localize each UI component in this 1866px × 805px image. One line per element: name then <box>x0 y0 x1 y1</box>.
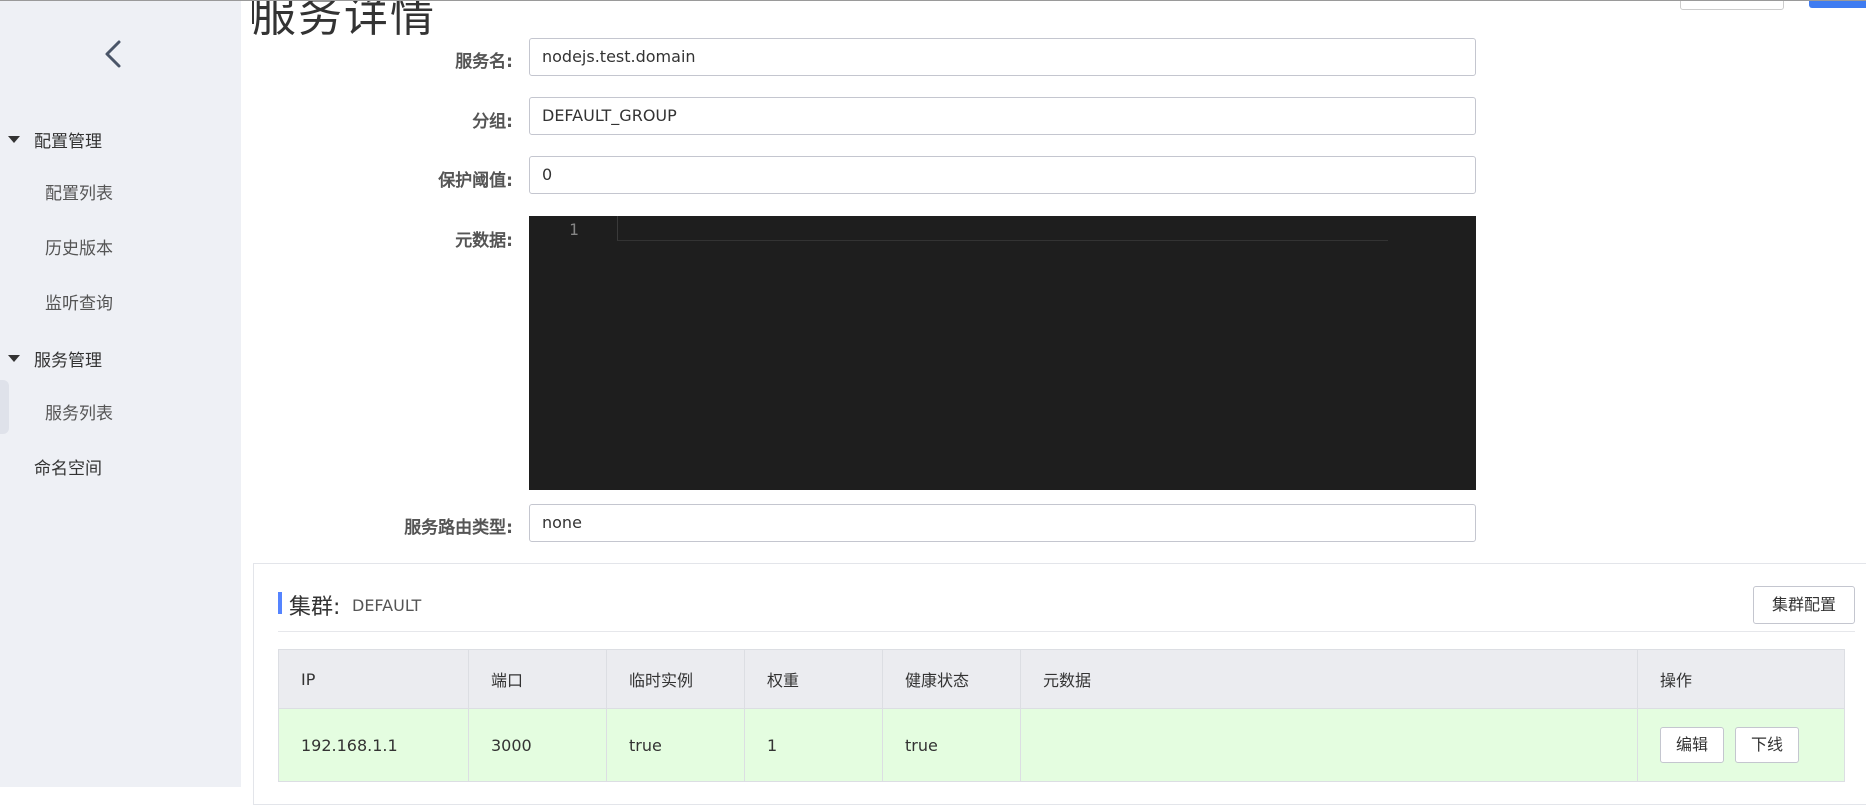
column-header-weight: 权重 <box>744 649 883 709</box>
threshold-label: 保护阈值: <box>438 171 513 191</box>
threshold-field[interactable]: 0 <box>529 156 1476 194</box>
text-cursor <box>252 0 254 24</box>
caret-down-icon <box>8 135 20 143</box>
offline-button[interactable]: 下线 <box>1735 727 1800 763</box>
cell-healthy: true <box>882 708 1021 782</box>
column-header-port: 端口 <box>468 649 607 709</box>
page-title: 服务详情 <box>252 0 436 42</box>
nav-item-history[interactable]: 历史版本 <box>45 235 113 263</box>
column-header-actions: 操作 <box>1637 649 1845 709</box>
cell-metadata <box>1020 708 1638 782</box>
cluster-config-button[interactable]: 集群配置 <box>1753 586 1855 624</box>
cell-actions: 编辑 下线 <box>1637 708 1845 782</box>
divider <box>278 631 1855 632</box>
title-accent-bar <box>278 592 282 614</box>
sidebar: 配置管理 配置列表 历史版本 监听查询 服务管理 服务列表 命名空间 <box>0 0 241 787</box>
selector-type-field[interactable]: none <box>529 504 1476 542</box>
collapse-sidebar-button[interactable] <box>98 36 130 72</box>
cell-ephemeral: true <box>606 708 745 782</box>
instance-table: IP 端口 临时实例 权重 健康状态 元数据 操作 192.168.1.1 30… <box>278 649 1845 782</box>
metadata-editor[interactable]: 1 <box>529 216 1476 490</box>
group-label: 分组: <box>472 112 513 132</box>
cluster-title: 集群: <box>289 595 341 620</box>
nav-group-config[interactable]: 配置管理 <box>0 123 102 155</box>
primary-action-button[interactable] <box>1809 0 1866 8</box>
service-name-field[interactable]: nodejs.test.domain <box>529 38 1476 76</box>
metadata-label: 元数据: <box>455 231 513 251</box>
column-header-healthy: 健康状态 <box>882 649 1021 709</box>
top-border <box>0 0 1866 1</box>
edit-button[interactable]: 编辑 <box>1660 727 1725 763</box>
nav-item-listener[interactable]: 监听查询 <box>45 290 113 318</box>
nav-item-service-list[interactable]: 服务列表 <box>45 400 113 428</box>
column-header-ephemeral: 临时实例 <box>606 649 745 709</box>
cell-ip: 192.168.1.1 <box>278 708 469 782</box>
nav-group-service[interactable]: 服务管理 <box>0 342 102 374</box>
cell-port: 3000 <box>468 708 607 782</box>
caret-down-icon <box>8 354 20 362</box>
selector-type-label: 服务路由类型: <box>404 518 513 538</box>
line-number: 1 <box>569 220 579 239</box>
nav-group-label: 配置管理 <box>34 131 102 152</box>
nav-item-config-list[interactable]: 配置列表 <box>45 180 113 208</box>
nav-group-label: 服务管理 <box>34 350 102 371</box>
active-indicator <box>0 380 9 434</box>
table-header-row: IP 端口 临时实例 权重 健康状态 元数据 操作 <box>278 649 1845 709</box>
cell-weight: 1 <box>744 708 883 782</box>
column-header-ip: IP <box>278 649 469 709</box>
chevron-left-icon <box>105 40 121 68</box>
back-button[interactable] <box>1680 0 1784 10</box>
current-line-highlight <box>617 216 1388 241</box>
nav-item-namespace[interactable]: 命名空间 <box>34 455 102 483</box>
service-name-label: 服务名: <box>455 52 513 72</box>
table-row: 192.168.1.1 3000 true 1 true 编辑 下线 <box>278 708 1845 782</box>
column-header-metadata: 元数据 <box>1020 649 1638 709</box>
cluster-name: DEFAULT <box>352 596 422 615</box>
group-field[interactable]: DEFAULT_GROUP <box>529 97 1476 135</box>
